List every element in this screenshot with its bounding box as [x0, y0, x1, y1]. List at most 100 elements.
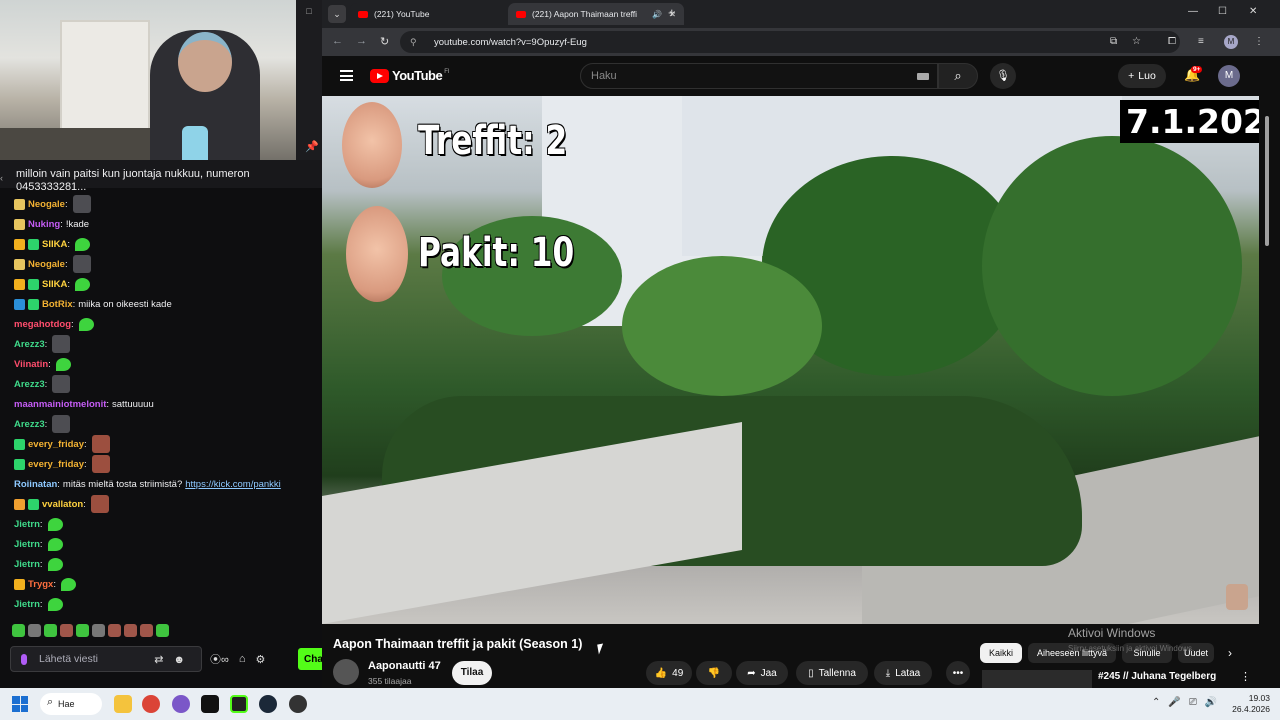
windows-start-icon[interactable]	[12, 696, 28, 712]
tab-youtube-home[interactable]: (221) YouTube ✕	[350, 3, 526, 25]
obs-icon[interactable]	[289, 695, 307, 713]
address-bar[interactable]: ⚲ youtube.com/watch?v=9Opuzyf-Eug	[400, 31, 1180, 53]
chat-username[interactable]: Nuking	[28, 219, 60, 230]
video-player[interactable]: Treffit: 2 Pakit: 10 7.1.2026	[322, 96, 1259, 624]
tab-search-button[interactable]: ⌄	[328, 5, 346, 23]
install-app-icon[interactable]: ⧉	[1110, 36, 1117, 47]
gold-badge-icon[interactable]	[14, 258, 25, 270]
emote-icon[interactable]	[108, 624, 121, 637]
chat-username[interactable]: SIIKA	[42, 279, 67, 290]
chat-emote-icon[interactable]	[47, 517, 63, 531]
tab-youtube-video[interactable]: (221) Aapon Thaimaan treffi 🔊 ✕	[508, 3, 684, 25]
green-badge-icon[interactable]	[28, 278, 39, 290]
channel-watermark[interactable]	[1226, 584, 1248, 610]
emote-icon[interactable]	[76, 624, 89, 637]
subscribe-button[interactable]: Tilaa	[452, 661, 492, 685]
chat-emote-icon[interactable]	[90, 495, 109, 513]
kebab-menu-icon[interactable]: ⋮	[1254, 36, 1264, 47]
channel-avatar[interactable]	[333, 659, 359, 685]
more-actions-button[interactable]: •••	[946, 661, 970, 685]
chat-message-input[interactable]: Lähetä viesti ⇄☻	[10, 646, 202, 672]
green-badge-icon[interactable]	[14, 438, 25, 450]
emote-picker-icon[interactable]: ⇄☻	[154, 653, 195, 666]
chat-username[interactable]: Jietrn	[14, 559, 40, 570]
save-button[interactable]: ▯ Tallenna	[796, 661, 868, 685]
kebab-menu-icon[interactable]: ⋮	[1240, 670, 1251, 683]
chat-username[interactable]: Neogale	[28, 199, 65, 210]
discord-icon[interactable]	[172, 695, 190, 713]
reload-icon[interactable]: ↻	[380, 35, 389, 48]
chat-username[interactable]: Jietrn	[14, 539, 40, 550]
crown-badge-icon[interactable]	[14, 578, 25, 590]
emote-quick-bar[interactable]	[12, 624, 169, 640]
emote-icon[interactable]	[12, 624, 25, 637]
media-controls-icon[interactable]: ≡	[1198, 36, 1204, 47]
chrome-icon[interactable]	[142, 695, 160, 713]
system-tray[interactable]: ⌃🎤⎚🔊	[1152, 697, 1225, 708]
orange-badge-icon[interactable]	[14, 498, 25, 510]
chat-username[interactable]: Jietrn	[14, 599, 40, 610]
extensions-icon[interactable]: ⧠	[1168, 36, 1176, 47]
store-icon[interactable]: ⌂	[239, 653, 246, 665]
taskbar-search[interactable]: Hae	[40, 693, 102, 715]
window-close-icon[interactable]: ✕	[1249, 6, 1257, 17]
youtube-logo[interactable]: YouTube FI	[370, 68, 450, 83]
gold-badge-icon[interactable]	[14, 198, 25, 210]
bookmark-star-icon[interactable]: ☆	[1132, 36, 1141, 47]
crown-badge-icon[interactable]	[14, 238, 25, 250]
pin-icon[interactable]: 📌	[305, 140, 319, 153]
crown-badge-icon[interactable]	[14, 278, 25, 290]
chat-send-button[interactable]: Cha	[298, 648, 322, 670]
chat-username[interactable]: Neogale	[28, 259, 65, 270]
chat-username[interactable]: every_friday	[28, 459, 84, 470]
green-badge-icon[interactable]	[28, 238, 39, 250]
chat-username[interactable]: Viinatin	[14, 359, 48, 370]
dislike-button[interactable]: 👎	[696, 661, 732, 685]
chat-username[interactable]: every_friday	[28, 439, 84, 450]
search-input[interactable]: Haku	[580, 63, 938, 89]
maximize-icon[interactable]: ☐	[1218, 6, 1227, 17]
forward-arrow-icon[interactable]: →	[356, 35, 367, 47]
green-badge-icon[interactable]	[14, 458, 25, 470]
hamburger-menu-icon[interactable]	[340, 70, 353, 81]
gold-badge-icon[interactable]	[14, 218, 25, 230]
infinity-icon[interactable]: ⦿∞	[210, 651, 229, 667]
emote-icon[interactable]	[60, 624, 73, 637]
chat-emote-icon[interactable]	[91, 435, 110, 453]
voice-search-button[interactable]: 🎙	[990, 63, 1016, 89]
keyboard-icon[interactable]	[917, 73, 929, 80]
chat-emote-icon[interactable]	[91, 455, 110, 473]
recommendation-title[interactable]: #245 // Juhana Tegelberg	[1098, 671, 1216, 682]
chat-emote-icon[interactable]	[52, 335, 71, 353]
download-button[interactable]: ⤓ Lataa	[874, 661, 932, 685]
chat-emote-icon[interactable]	[47, 557, 63, 571]
x-app-icon[interactable]	[201, 695, 219, 713]
green-badge-icon[interactable]	[28, 498, 39, 510]
chat-scroll-area[interactable]: □ 📌	[296, 0, 322, 166]
chevron-left-icon[interactable]: ‹	[0, 172, 3, 185]
chat-emote-icon[interactable]	[47, 597, 63, 611]
chat-emote-icon[interactable]	[52, 415, 71, 433]
emote-icon[interactable]	[124, 624, 137, 637]
page-scrollbar[interactable]	[1262, 96, 1272, 624]
chat-link[interactable]: https://kick.com/pankki	[185, 479, 281, 490]
recommendation-thumbnail[interactable]	[982, 670, 1092, 688]
emote-icon[interactable]	[92, 624, 105, 637]
emote-icon[interactable]	[156, 624, 169, 637]
speaker-icon[interactable]: 🔊	[652, 10, 662, 19]
chat-emote-icon[interactable]	[55, 357, 71, 371]
chat-emote-icon[interactable]	[74, 277, 90, 291]
chat-username[interactable]: Arezz3	[14, 419, 45, 430]
green-badge-icon[interactable]	[28, 298, 39, 310]
chat-username[interactable]: SIIKA	[42, 239, 67, 250]
like-button[interactable]: 👍 49	[646, 661, 692, 685]
scroll-up-icon[interactable]: □	[296, 6, 322, 16]
chat-username[interactable]: Roiinatan	[14, 479, 57, 490]
emote-icon[interactable]	[44, 624, 57, 637]
account-avatar[interactable]: M	[1218, 65, 1240, 87]
emote-icon[interactable]	[140, 624, 153, 637]
search-button[interactable]: ⌕	[938, 63, 978, 89]
site-info-icon[interactable]: ⚲	[410, 37, 422, 48]
profile-avatar[interactable]: M	[1224, 35, 1238, 49]
chat-emote-icon[interactable]	[72, 195, 91, 213]
